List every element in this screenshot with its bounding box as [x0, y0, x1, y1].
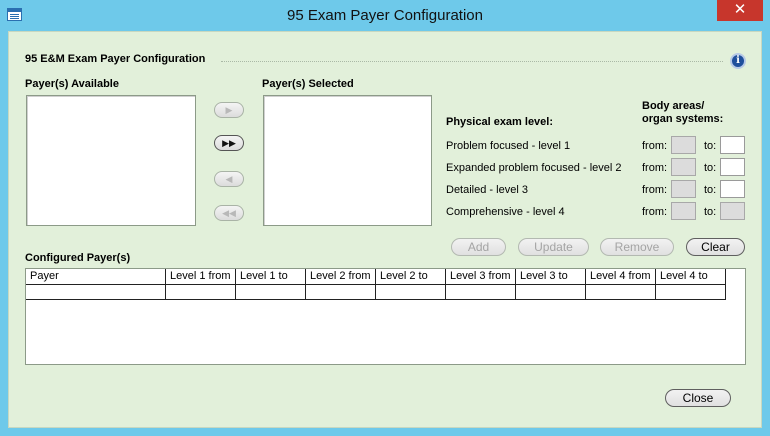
level-4-from-field[interactable] [671, 202, 696, 220]
table-header: Payer Level 1 from Level 1 to Level 2 fr… [26, 269, 726, 285]
configured-payers-table[interactable]: Payer Level 1 from Level 1 to Level 2 fr… [25, 268, 746, 365]
column-header-level-3-from[interactable]: Level 3 from [446, 269, 516, 284]
move-all-right-button[interactable]: ▶▶ [214, 135, 244, 151]
column-header-level-2-from[interactable]: Level 2 from [306, 269, 376, 284]
level-2-to-field[interactable] [720, 158, 745, 176]
section-divider [221, 61, 723, 62]
table-cell [26, 285, 166, 299]
payers-selected-list[interactable] [263, 95, 432, 226]
level-2-label: Expanded problem focused - level 2 [446, 162, 622, 174]
table-cell [656, 285, 726, 299]
column-header-level-1-from[interactable]: Level 1 from [166, 269, 236, 284]
column-header-level-3-to[interactable]: Level 3 to [516, 269, 586, 284]
dialog-content: 95 E&M Exam Payer Configuration i Payer(… [8, 31, 762, 428]
level-2-from-label: from: [642, 162, 668, 174]
section-title: 95 E&M Exam Payer Configuration [25, 53, 206, 65]
payers-available-label: Payer(s) Available [25, 78, 119, 90]
table-cell [236, 285, 306, 299]
body-areas-header-line1: Body areas/ [642, 100, 705, 112]
remove-button[interactable]: Remove [600, 238, 674, 256]
level-3-from-field[interactable] [671, 180, 696, 198]
level-4-to-field[interactable] [720, 202, 745, 220]
payers-selected-label: Payer(s) Selected [262, 78, 354, 90]
payers-available-list[interactable] [26, 95, 196, 226]
table-cell [516, 285, 586, 299]
move-right-button[interactable]: ▶ [214, 102, 244, 118]
level-2-from-field[interactable] [671, 158, 696, 176]
info-icon[interactable]: i [730, 53, 746, 69]
level-1-to-field[interactable] [720, 136, 745, 154]
table-cell [376, 285, 446, 299]
level-2-to-label: to: [704, 162, 717, 174]
body-areas-header-line2: organ systems: [642, 113, 724, 125]
column-header-payer[interactable]: Payer [26, 269, 166, 284]
window-title: 95 Exam Payer Configuration [287, 7, 483, 24]
move-all-left-button[interactable]: ◀◀ [214, 205, 244, 221]
move-left-button[interactable]: ◀ [214, 171, 244, 187]
clear-button[interactable]: Clear [686, 238, 745, 256]
column-header-level-4-to[interactable]: Level 4 to [656, 269, 726, 284]
level-1-label: Problem focused - level 1 [446, 140, 571, 152]
column-header-level-4-from[interactable]: Level 4 from [586, 269, 656, 284]
table-cell [586, 285, 656, 299]
level-1-from-field[interactable] [671, 136, 696, 154]
column-header-level-2-to[interactable]: Level 2 to [376, 269, 446, 284]
table-cell [446, 285, 516, 299]
level-3-from-label: from: [642, 184, 668, 196]
level-3-to-label: to: [704, 184, 717, 196]
exam-level-header: Physical exam level: [446, 116, 554, 128]
level-3-to-field[interactable] [720, 180, 745, 198]
level-3-label: Detailed - level 3 [446, 184, 528, 196]
add-button[interactable]: Add [451, 238, 506, 256]
update-button[interactable]: Update [518, 238, 589, 256]
column-header-level-1-to[interactable]: Level 1 to [236, 269, 306, 284]
table-row[interactable] [26, 285, 726, 300]
configured-payers-label: Configured Payer(s) [25, 252, 131, 264]
window-close-button[interactable]: ✕ [717, 0, 763, 21]
close-button[interactable]: Close [665, 389, 731, 407]
dialog-window: 95 Exam Payer Configuration ✕ 95 E&M Exa… [0, 0, 770, 436]
table-cell [306, 285, 376, 299]
table-cell [166, 285, 236, 299]
level-4-label: Comprehensive - level 4 [446, 206, 565, 218]
title-bar[interactable]: 95 Exam Payer Configuration ✕ [0, 0, 770, 31]
level-4-from-label: from: [642, 206, 668, 218]
level-1-to-label: to: [704, 140, 717, 152]
level-4-to-label: to: [704, 206, 717, 218]
level-1-from-label: from: [642, 140, 668, 152]
